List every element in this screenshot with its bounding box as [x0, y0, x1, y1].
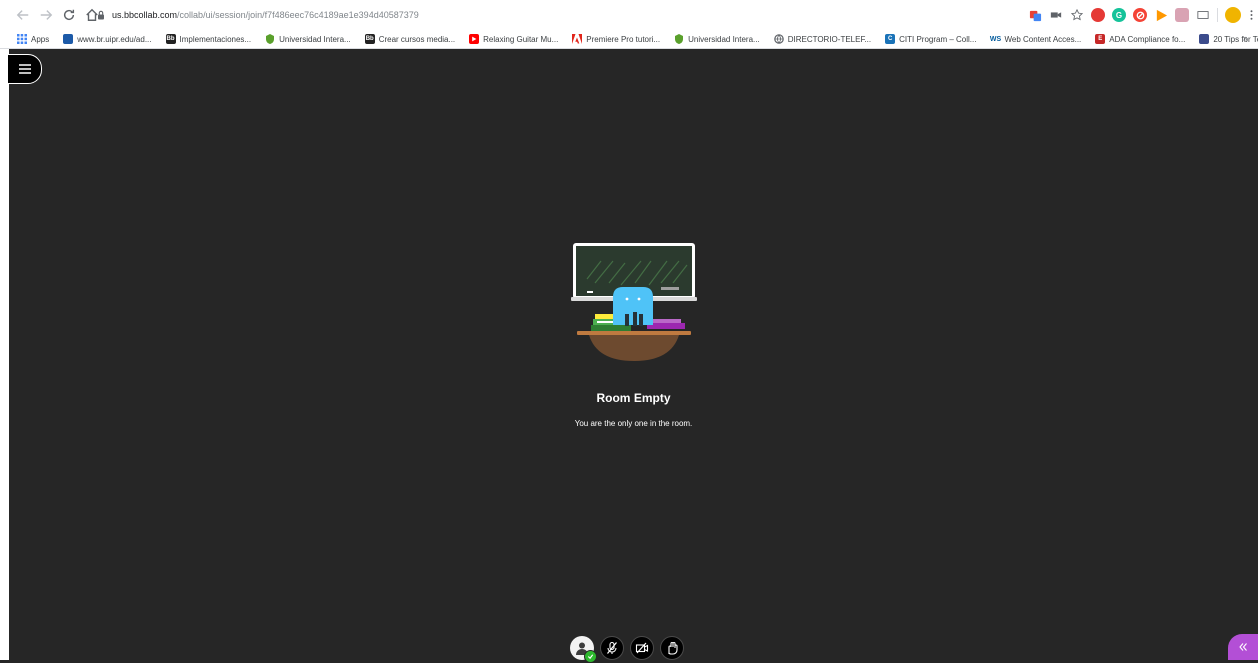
double-chevron-left-icon — [1239, 643, 1247, 651]
play-extension-icon[interactable] — [1154, 8, 1168, 22]
profile-avatar[interactable] — [1225, 7, 1241, 23]
bookmark-label: Premiere Pro tutori... — [586, 34, 661, 44]
bookmark-relaxing-guitar[interactable]: Relaxing Guitar Mu... — [469, 34, 558, 44]
room-empty-title: Room Empty — [596, 391, 671, 405]
bookmark-implementaciones[interactable]: Bb Implementaciones... — [165, 34, 252, 44]
globe-icon — [773, 34, 784, 44]
bookmark-20-tips[interactable]: 20 Tips for Teachin... — [1199, 34, 1258, 44]
uipr-favicon — [63, 34, 74, 44]
w3c-icon: WS — [989, 35, 1002, 43]
bookmark-citi-program[interactable]: C CITI Program – Coll... — [885, 34, 976, 44]
bookmark-label: Apps — [31, 34, 50, 44]
bookmark-label: CITI Program – Coll... — [899, 34, 977, 44]
youtube-icon — [469, 34, 480, 44]
uipr-shield-icon — [265, 34, 275, 44]
edutopia-icon — [1199, 34, 1210, 44]
ada-icon: E — [1095, 34, 1106, 44]
my-status-settings-button[interactable] — [570, 636, 597, 663]
bookmark-uipr-admin[interactable]: www.br.uipr.edu/ad... — [63, 34, 152, 44]
bookmark-universidad-2[interactable]: Universidad Intera... — [674, 34, 760, 44]
microphone-off-icon — [607, 641, 617, 654]
bookmark-label: Implementaciones... — [179, 34, 252, 44]
camera-icon[interactable] — [1049, 8, 1063, 22]
extensions-bar: G — [1028, 7, 1254, 23]
share-audio-button[interactable] — [600, 636, 624, 660]
bookmarks-bar: Apps www.br.uipr.edu/ad... Bb Implementa… — [0, 30, 1258, 49]
url-path: /collab/ui/session/join/f7f486eec76c4189… — [177, 10, 419, 20]
open-collaborate-panel-button[interactable] — [1228, 634, 1258, 660]
back-arrow-icon[interactable] — [12, 4, 34, 26]
translate-extension-icon[interactable] — [1028, 8, 1042, 22]
bb-favicon: Bb — [364, 34, 375, 44]
uipr-shield-icon — [674, 34, 684, 44]
cast-icon[interactable] — [1196, 8, 1210, 22]
bookmark-web-content-access[interactable]: WS Web Content Acces... — [990, 34, 1081, 44]
session-controls — [570, 636, 684, 663]
grammarly-icon[interactable]: G — [1112, 8, 1126, 22]
apps-grid-icon — [17, 34, 27, 44]
checkmark-icon — [587, 654, 594, 660]
forward-arrow-icon[interactable] — [35, 4, 57, 26]
citi-icon: C — [885, 34, 896, 44]
bookmark-label: Universidad Intera... — [688, 34, 760, 44]
raise-hand-icon — [668, 641, 678, 655]
raise-hand-button[interactable] — [660, 636, 684, 660]
session-menu-button[interactable] — [7, 54, 42, 84]
toolbar-divider — [1217, 8, 1218, 22]
reload-icon[interactable] — [58, 4, 80, 26]
camera-off-icon — [635, 642, 649, 654]
hamburger-menu-icon — [18, 64, 31, 74]
browser-toolbar: us.bbcollab.com/collab/ui/session/join/f… — [0, 0, 1258, 30]
lock-icon — [98, 10, 104, 20]
bookmark-label: Relaxing Guitar Mu... — [483, 34, 559, 44]
empty-room-illustration — [571, 243, 697, 361]
bookmark-star-icon[interactable] — [1070, 8, 1084, 22]
bookmark-label: DIRECTORIO-TELEF... — [787, 34, 872, 44]
page-margin-strip — [0, 49, 9, 660]
adobe-icon — [572, 34, 583, 44]
bookmark-ada-compliance[interactable]: E ADA Compliance fo... — [1095, 34, 1185, 44]
url-host: us.bbcollab.com — [112, 10, 178, 20]
share-video-button[interactable] — [630, 636, 654, 660]
bookmarks-overflow-chevron[interactable]: » — [1243, 33, 1248, 43]
bookmark-label: www.br.uipr.edu/ad... — [77, 34, 152, 44]
bookmark-label: ADA Compliance fo... — [1109, 34, 1186, 44]
bookmark-premiere-pro[interactable]: Premiere Pro tutori... — [572, 34, 660, 44]
bookmark-label: Crear cursos media... — [378, 34, 456, 44]
bookmark-universidad-1[interactable]: Universidad Intera... — [265, 34, 351, 44]
bookmark-label: Web Content Acces... — [1004, 34, 1082, 44]
bookmark-label: Universidad Intera... — [279, 34, 351, 44]
bb-favicon: Bb — [165, 34, 176, 44]
pdf-extension-icon[interactable] — [1175, 8, 1189, 22]
room-empty-subtitle: You are the only one in the room. — [574, 419, 693, 428]
bookmark-label: 20 Tips for Teachin... — [1213, 34, 1258, 44]
bookmark-apps[interactable]: Apps — [17, 34, 49, 44]
stop-extension-icon[interactable] — [1091, 8, 1105, 22]
bookmark-directorio[interactable]: DIRECTORIO-TELEF... — [773, 34, 872, 44]
collaborate-stage: Room Empty You are the only one in the r… — [7, 49, 1258, 663]
browser-menu-icon[interactable] — [1248, 8, 1254, 22]
bookmark-crear-cursos[interactable]: Bb Crear cursos media... — [364, 34, 456, 44]
online-status-indicator — [584, 650, 597, 663]
block-extension-icon[interactable] — [1133, 8, 1147, 22]
address-bar[interactable]: us.bbcollab.com/collab/ui/session/join/f… — [96, 6, 1021, 24]
